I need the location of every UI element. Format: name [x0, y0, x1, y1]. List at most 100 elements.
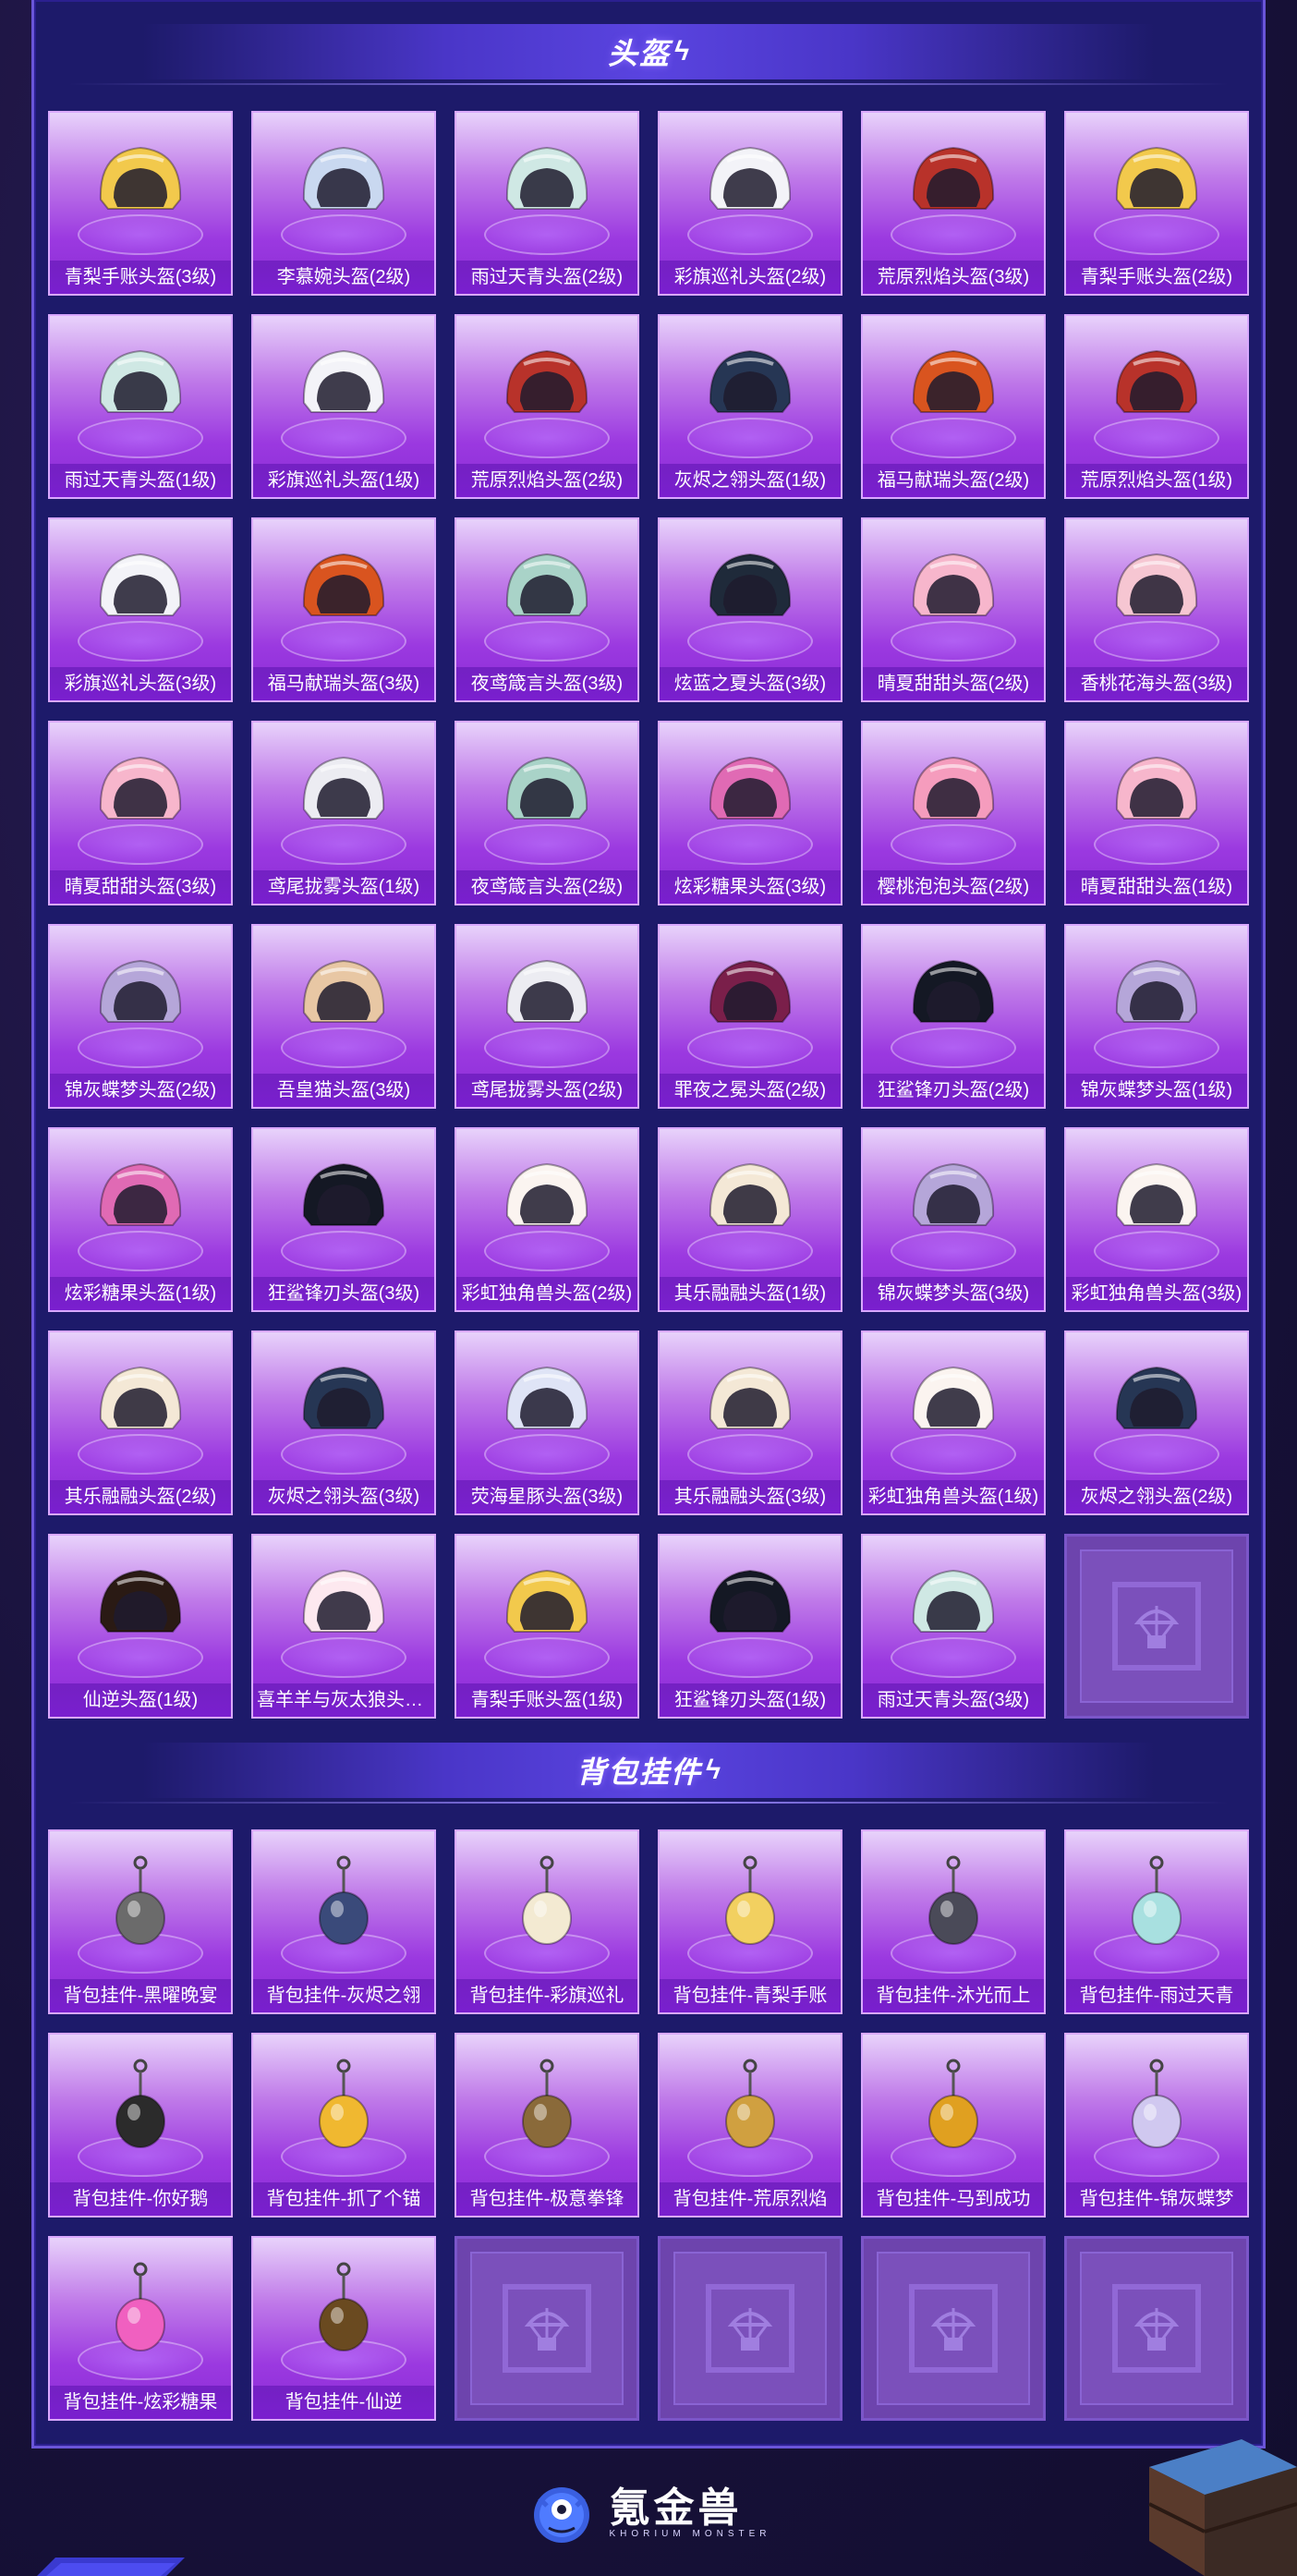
helmet-card[interactable]: 彩旗巡礼头盔(1级): [251, 314, 436, 499]
empty-slot: [1064, 2236, 1249, 2421]
helmet-card[interactable]: 喜羊羊与灰太狼头盔...: [251, 1534, 436, 1719]
helmet-card[interactable]: 夜鸢箴言头盔(3级): [455, 517, 639, 702]
helmet-card[interactable]: 香桃花海头盔(3级): [1064, 517, 1249, 702]
helmet-card[interactable]: 仙逆头盔(1级): [48, 1534, 233, 1719]
empty-slot: [1064, 1534, 1249, 1719]
charm-card[interactable]: 背包挂件-灰烬之翎: [251, 1829, 436, 2014]
charm-card[interactable]: 背包挂件-沐光而上: [861, 1829, 1046, 2014]
airdrop-crate-icon: [1112, 1582, 1201, 1671]
item-label: 其乐融融头盔(3级): [660, 1480, 841, 1513]
brand-subtitle: KHORIUM MONSTER: [609, 2528, 771, 2539]
helmet-card[interactable]: 彩虹独角兽头盔(1级): [861, 1331, 1046, 1515]
helmet-card[interactable]: 灰烬之翎头盔(3级): [251, 1331, 436, 1515]
helmet-card[interactable]: 锦灰蝶梦头盔(1级): [1064, 924, 1249, 1109]
helmet-card[interactable]: 彩虹独角兽头盔(2级): [455, 1127, 639, 1312]
empty-slot: [658, 2236, 842, 2421]
ice-cream-charm-icon: [496, 1852, 598, 1953]
helmet-card[interactable]: 吾皇猫头盔(3级): [251, 924, 436, 1109]
item-label: 狂鲨锋刃头盔(3级): [253, 1277, 434, 1310]
helmet-card[interactable]: 灰烬之翎头盔(1级): [658, 314, 842, 499]
item-label: 鸢尾拢雾头盔(1级): [253, 870, 434, 904]
flame-helmet-icon: [1106, 336, 1207, 438]
charm-card[interactable]: 背包挂件-抓了个锚: [251, 2033, 436, 2218]
helmet-card[interactable]: 雨过天青头盔(3级): [861, 1534, 1046, 1719]
charm-card[interactable]: 背包挂件-青梨手账: [658, 1829, 842, 2014]
helmet-card[interactable]: 锦灰蝶梦头盔(2级): [48, 924, 233, 1109]
cherry-bubble-helmet-icon: [903, 743, 1004, 844]
horse-charm-icon: [903, 2055, 1004, 2157]
helmet-card[interactable]: 荧海星豚头盔(3级): [455, 1331, 639, 1515]
pink-sweet-helmet-icon: [90, 743, 191, 844]
item-label: 彩虹独角兽头盔(3级): [1066, 1277, 1247, 1310]
item-label: 青梨手账头盔(3级): [50, 261, 231, 294]
helmet-card[interactable]: 彩虹独角兽头盔(3级): [1064, 1127, 1249, 1312]
helmet-card[interactable]: 荒原烈焰头盔(2级): [455, 314, 639, 499]
charm-card[interactable]: 背包挂件-马到成功: [861, 2033, 1046, 2218]
helmet-card[interactable]: 锦灰蝶梦头盔(3级): [861, 1127, 1046, 1312]
charm-card[interactable]: 背包挂件-荒原烈焰: [658, 2033, 842, 2218]
helmet-card[interactable]: 晴夏甜甜头盔(3级): [48, 721, 233, 905]
helmet-card[interactable]: 炫蓝之夏头盔(3级): [658, 517, 842, 702]
item-label: 背包挂件-灰烬之翎: [253, 1979, 434, 2012]
charm-card[interactable]: 背包挂件-你好鹅: [48, 2033, 233, 2218]
helmet-card[interactable]: 炫彩糖果头盔(1级): [48, 1127, 233, 1312]
item-label: 青梨手账头盔(2级): [1066, 261, 1247, 294]
helmet-card[interactable]: 青梨手账头盔(1级): [455, 1534, 639, 1719]
owl-helmet-icon: [496, 743, 598, 844]
item-label: 雨过天青头盔(1级): [50, 464, 231, 497]
charm-card[interactable]: 背包挂件-极意拳锋: [455, 2033, 639, 2218]
yellow-pear-helmet-icon: [90, 133, 191, 235]
helmet-card[interactable]: 彩旗巡礼头盔(2级): [658, 111, 842, 296]
charm-card[interactable]: 背包挂件-仙逆: [251, 2236, 436, 2421]
helmet-card[interactable]: 李慕婉头盔(2级): [251, 111, 436, 296]
charm-card[interactable]: 背包挂件-彩旗巡礼: [455, 1829, 639, 2014]
charm-card[interactable]: 背包挂件-雨过天青: [1064, 1829, 1249, 2014]
celadon-helmet-icon: [903, 1556, 1004, 1658]
helmet-card[interactable]: 福马献瑞头盔(3级): [251, 517, 436, 702]
sheep-helmet-icon: [293, 1556, 394, 1658]
owl-helmet-icon: [496, 540, 598, 641]
header-divider: [68, 83, 1229, 85]
helmet-card[interactable]: 鸢尾拢雾头盔(1级): [251, 721, 436, 905]
helmet-card[interactable]: 福马献瑞头盔(2级): [861, 314, 1046, 499]
brand-name: 氪金兽: [609, 2485, 743, 2531]
helmet-card[interactable]: 其乐融融头盔(1级): [658, 1127, 842, 1312]
helmet-card[interactable]: 荒原烈焰头盔(3级): [861, 111, 1046, 296]
item-label: 吾皇猫头盔(3级): [253, 1074, 434, 1107]
item-label: 荒原烈焰头盔(1级): [1066, 464, 1247, 497]
butterfly-helmet-icon: [1106, 946, 1207, 1048]
helmet-card[interactable]: 其乐融融头盔(3级): [658, 1331, 842, 1515]
item-label: 彩旗巡礼头盔(1级): [253, 464, 434, 497]
helmet-card[interactable]: 狂鲨锋刃头盔(2级): [861, 924, 1046, 1109]
flag-parade-helmet-icon: [293, 336, 394, 438]
anchor-charm-icon: [293, 2055, 394, 2157]
helmet-card[interactable]: 晴夏甜甜头盔(2级): [861, 517, 1046, 702]
helmet-card[interactable]: 青梨手账头盔(2级): [1064, 111, 1249, 296]
item-label: 雨过天青头盔(2级): [456, 261, 637, 294]
charm-card[interactable]: 背包挂件-锦灰蝶梦: [1064, 2033, 1249, 2218]
helmet-card[interactable]: 彩旗巡礼头盔(3级): [48, 517, 233, 702]
helmet-card[interactable]: 夜鸢箴言头盔(2级): [455, 721, 639, 905]
helmet-card[interactable]: 炫彩糖果头盔(3级): [658, 721, 842, 905]
item-label: 夜鸢箴言头盔(2级): [456, 870, 637, 904]
unicorn-helmet-icon: [1106, 1149, 1207, 1251]
shark-helmet-icon: [903, 946, 1004, 1048]
helmet-card[interactable]: 荒原烈焰头盔(1级): [1064, 314, 1249, 499]
helmet-card[interactable]: 青梨手账头盔(3级): [48, 111, 233, 296]
helmet-card[interactable]: 灰烬之翎头盔(2级): [1064, 1331, 1249, 1515]
helmet-card[interactable]: 樱桃泡泡头盔(2级): [861, 721, 1046, 905]
item-label: 锦灰蝶梦头盔(2级): [50, 1074, 231, 1107]
helmet-card[interactable]: 雨过天青头盔(1级): [48, 314, 233, 499]
helmets-section-header: 头盔 ϟ: [31, 15, 1266, 89]
charm-card[interactable]: 背包挂件-炫彩糖果: [48, 2236, 233, 2421]
helmet-card[interactable]: 雨过天青头盔(2级): [455, 111, 639, 296]
immortal-helmet-icon: [90, 1556, 191, 1658]
helmet-card[interactable]: 其乐融融头盔(2级): [48, 1331, 233, 1515]
helmet-card[interactable]: 鸢尾拢雾头盔(2级): [455, 924, 639, 1109]
charm-card[interactable]: 背包挂件-黑曜晚宴: [48, 1829, 233, 2014]
helmet-card[interactable]: 罪夜之冕头盔(2级): [658, 924, 842, 1109]
helmet-card[interactable]: 狂鲨锋刃头盔(3级): [251, 1127, 436, 1312]
helmet-card[interactable]: 晴夏甜甜头盔(1级): [1064, 721, 1249, 905]
item-label: 福马献瑞头盔(2级): [863, 464, 1044, 497]
helmet-card[interactable]: 狂鲨锋刃头盔(1级): [658, 1534, 842, 1719]
